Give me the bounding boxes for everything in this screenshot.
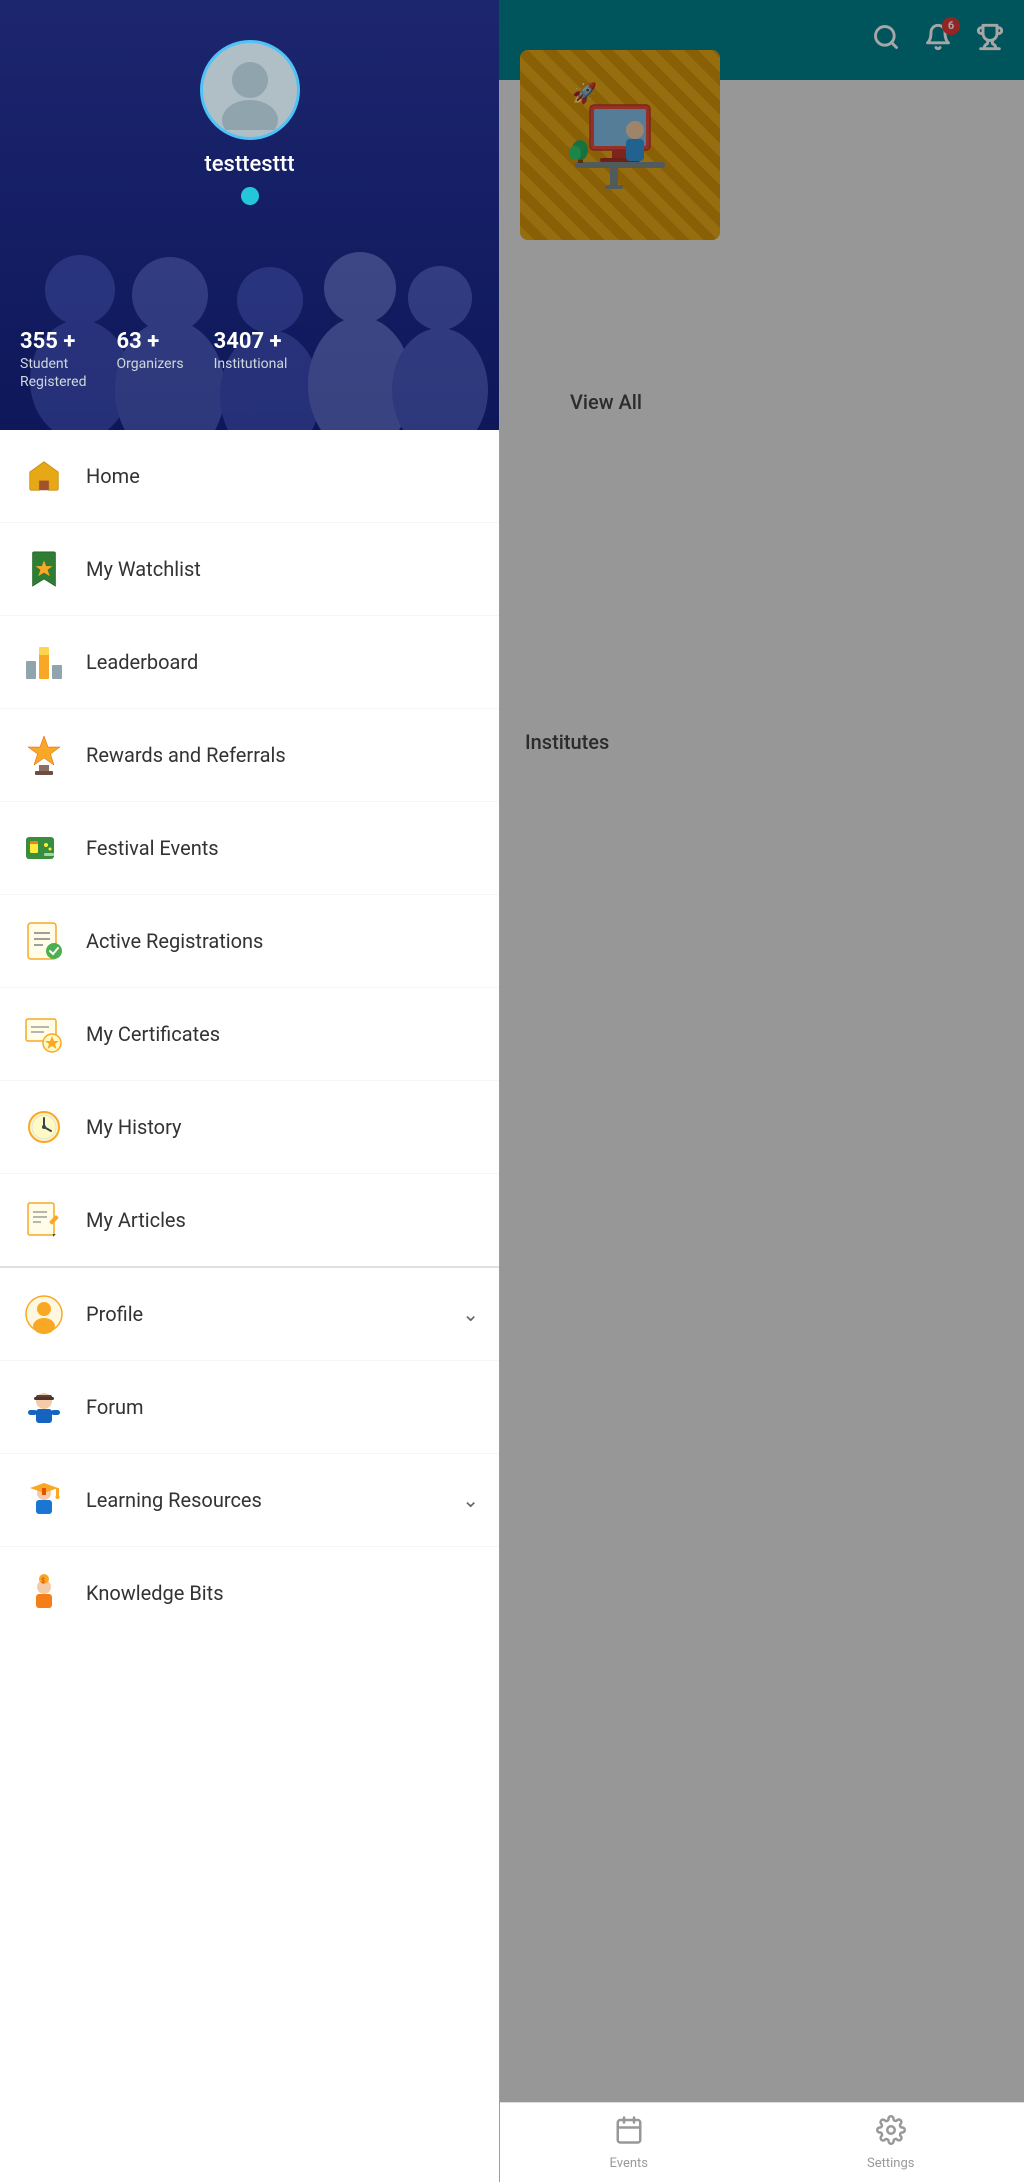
- stat-institutional-label: Institutional: [214, 356, 288, 372]
- sidebar-item-articles-label: My Articles: [86, 1208, 186, 1232]
- online-indicator: [241, 187, 259, 205]
- stat-students: 355 + Student Registered: [20, 329, 86, 390]
- sidebar-item-rewards-label: Rewards and Referrals: [86, 743, 286, 767]
- leaderboard-icon: [20, 638, 68, 686]
- sidebar-item-registrations-label: Active Registrations: [86, 929, 263, 953]
- stat-students-number: 355 +: [20, 329, 86, 354]
- stat-institutional: 3407 + Institutional: [214, 329, 288, 390]
- sidebar-item-knowledge-label: Knowledge Bits: [86, 1581, 224, 1605]
- events-icon: [614, 2115, 644, 2152]
- certificates-icon: [20, 1010, 68, 1058]
- drawer-overlay[interactable]: [499, 0, 1024, 2182]
- profile-chevron-icon: ⌄: [462, 1302, 479, 1326]
- sidebar-item-forum-label: Forum: [86, 1395, 144, 1419]
- sidebar-item-profile[interactable]: Profile ⌄: [0, 1268, 499, 1361]
- sidebar-item-learning[interactable]: Learning Resources ⌄: [0, 1454, 499, 1547]
- profile-icon: [20, 1290, 68, 1338]
- sidebar-item-festival-label: Festival Events: [86, 836, 219, 860]
- bottom-navigation: Events Settings: [500, 2102, 1024, 2182]
- sidebar-item-forum[interactable]: Forum: [0, 1361, 499, 1454]
- svg-text:$: $: [41, 1577, 45, 1585]
- festival-icon: [20, 824, 68, 872]
- drawer-header: testtesttt 355 + Student Registered 63 +…: [0, 0, 499, 430]
- learning-chevron-icon: ⌄: [462, 1488, 479, 1512]
- articles-icon: [20, 1196, 68, 1244]
- stat-organizers-label: Organizers: [116, 356, 183, 372]
- registrations-icon: [20, 917, 68, 965]
- avatar: [200, 40, 300, 140]
- sidebar-item-registrations[interactable]: Active Registrations: [0, 895, 499, 988]
- watchlist-icon: [20, 545, 68, 593]
- stat-institutional-number: 3407 +: [214, 329, 288, 354]
- stats-row: 355 + Student Registered 63 + Organizers…: [20, 329, 287, 390]
- bottom-nav-events[interactable]: Events: [610, 2115, 648, 2171]
- sidebar-item-history[interactable]: My History: [0, 1081, 499, 1174]
- sidebar-item-watchlist-label: My Watchlist: [86, 557, 201, 581]
- username-label: testtesttt: [204, 152, 294, 177]
- stat-students-label2: Registered: [20, 374, 86, 390]
- history-icon: [20, 1103, 68, 1151]
- sidebar-item-rewards[interactable]: Rewards and Referrals: [0, 709, 499, 802]
- home-icon: [20, 452, 68, 500]
- learning-icon: [20, 1476, 68, 1524]
- sidebar-item-history-label: My History: [86, 1115, 182, 1139]
- stat-organizers-number: 63 +: [116, 329, 183, 354]
- sidebar-item-certificates[interactable]: My Certificates: [0, 988, 499, 1081]
- sidebar-item-home[interactable]: Home: [0, 430, 499, 523]
- sidebar-item-leaderboard[interactable]: Leaderboard: [0, 616, 499, 709]
- sidebar-item-certificates-label: My Certificates: [86, 1022, 220, 1046]
- menu-list: Home My Watchlist Leaderbo: [0, 430, 499, 2182]
- settings-icon: [876, 2115, 906, 2152]
- sidebar-item-festival[interactable]: Festival Events: [0, 802, 499, 895]
- bottom-nav-settings-label: Settings: [867, 2156, 914, 2171]
- avatar-container: testtesttt: [200, 40, 300, 205]
- sidebar-item-knowledge[interactable]: $ Knowledge Bits: [0, 1547, 499, 1639]
- stat-students-label1: Student: [20, 356, 86, 372]
- sidebar-item-learning-label: Learning Resources: [86, 1488, 262, 1512]
- sidebar-item-articles[interactable]: My Articles: [0, 1174, 499, 1268]
- rewards-icon: [20, 731, 68, 779]
- navigation-drawer: testtesttt 355 + Student Registered 63 +…: [0, 0, 499, 2182]
- sidebar-item-leaderboard-label: Leaderboard: [86, 650, 198, 674]
- bottom-nav-settings[interactable]: Settings: [867, 2115, 914, 2171]
- stat-organizers: 63 + Organizers: [116, 329, 183, 390]
- forum-icon: [20, 1383, 68, 1431]
- sidebar-item-watchlist[interactable]: My Watchlist: [0, 523, 499, 616]
- sidebar-item-profile-label: Profile: [86, 1302, 143, 1326]
- knowledge-icon: $: [20, 1569, 68, 1617]
- sidebar-item-home-label: Home: [86, 464, 140, 488]
- bottom-nav-events-label: Events: [610, 2156, 648, 2171]
